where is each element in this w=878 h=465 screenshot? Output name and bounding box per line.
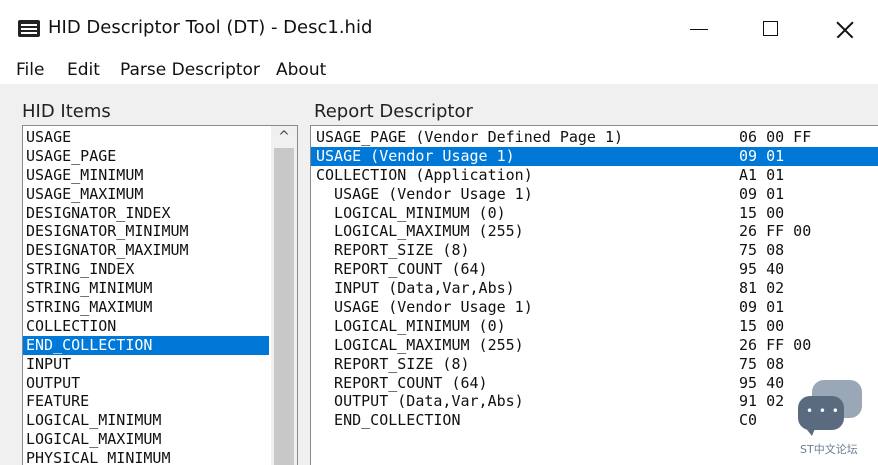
report-item-text: USAGE_PAGE (Vendor Defined Page 1) [316, 128, 624, 146]
report-row[interactable]: USAGE (Vendor Usage 1) 09 01 [311, 298, 878, 317]
report-item-text: LOGICAL_MINIMUM (0) [316, 203, 506, 222]
report-item-text: LOGICAL_MAXIMUM (255) [316, 222, 524, 241]
report-item-hex: 09 01 [739, 146, 785, 165]
report-item-text: LOGICAL_MAXIMUM (255) [316, 335, 524, 354]
report-item-text: REPORT_COUNT (64) [316, 373, 488, 392]
chat-bubble-tail [804, 426, 816, 436]
hid-items-list-content: USAGE USAGE_PAGE USAGE_MINIMUM USAGE_MAXIMU… [23, 128, 269, 465]
report-item-text: INPUT (Data,Var,Abs) [316, 279, 515, 298]
maximize-button[interactable] [746, 13, 794, 45]
report-row[interactable]: LOGICAL_MAXIMUM (255) 26 FF 00 [311, 336, 878, 355]
report-row[interactable]: INPUT (Data,Var,Abs) 81 02 [311, 279, 878, 298]
report-item-hex: 95 40 [739, 260, 785, 279]
scroll-up-arrow-icon[interactable]: ^ [271, 126, 297, 148]
hid-item-row[interactable]: STRING_MAXIMUM [23, 298, 269, 317]
report-item-hex: 06 00 FF [739, 128, 812, 146]
report-row[interactable]: USAGE (Vendor Usage 1) 09 01 [311, 185, 878, 204]
hid-item-row[interactable]: COLLECTION [23, 317, 269, 336]
hid-item-row[interactable]: DESIGNATOR_INDEX [23, 204, 269, 223]
report-item-hex: 75 08 [739, 241, 785, 260]
hid-item-row[interactable]: USAGE_MINIMUM [23, 166, 269, 185]
report-item-hex: C0 [739, 411, 758, 430]
hid-item-row[interactable]: STRING_MINIMUM [23, 279, 269, 298]
report-item-text: REPORT_COUNT (64) [316, 260, 488, 279]
report-item-text: LOGICAL_MINIMUM (0) [316, 316, 506, 335]
report-item-hex: A1 01 [739, 165, 785, 184]
menu-edit[interactable]: Edit [67, 60, 100, 80]
report-item-text: END_COLLECTION [316, 411, 461, 430]
report-row[interactable]: REPORT_COUNT (64) 95 40 [311, 260, 878, 279]
title-bar: HID Descriptor Tool (DT) - Desc1.hid [0, 0, 878, 56]
report-item-text: REPORT_SIZE (8) [316, 354, 470, 373]
menu-file[interactable]: File [16, 60, 44, 80]
report-item-text: USAGE (Vendor Usage 1) [316, 184, 533, 203]
menu-about[interactable]: About [276, 60, 326, 80]
report-item-hex: 15 00 [739, 203, 785, 222]
report-item-text: USAGE (Vendor Usage 1) [316, 146, 515, 165]
watermark-text: ST中文论坛 [800, 443, 858, 456]
report-row[interactable]: LOGICAL_MAXIMUM (255) 26 FF 00 [311, 222, 878, 241]
report-item-hex: 95 40 [739, 373, 785, 392]
hid-items-scrollbar[interactable]: ^ [271, 126, 297, 465]
report-row[interactable]: USAGE (Vendor Usage 1) 09 01 [311, 146, 878, 166]
hid-item-row[interactable]: USAGE_PAGE [23, 147, 269, 166]
report-item-hex: 26 FF 00 [739, 335, 812, 354]
hid-item-row[interactable]: LOGICAL_MINIMUM [23, 411, 269, 430]
hid-item-row[interactable]: PHYSICAL_MINIMUM [23, 449, 269, 465]
hid-item-row[interactable]: END_COLLECTION [23, 335, 269, 355]
minimize-button[interactable] [676, 13, 724, 45]
hid-items-list[interactable]: USAGE USAGE_PAGE USAGE_MINIMUM USAGE_MAXIMU… [22, 125, 298, 465]
report-item-text: REPORT_SIZE (8) [316, 241, 470, 260]
dt-app-icon[interactable] [18, 20, 40, 37]
report-row[interactable]: LOGICAL_MINIMUM (0) 15 00 [311, 317, 878, 336]
report-item-text: OUTPUT (Data,Var,Abs) [316, 392, 524, 411]
close-button[interactable] [822, 13, 870, 45]
hid-item-row[interactable]: USAGE_MAXIMUM [23, 185, 269, 204]
report-item-hex: 81 02 [739, 279, 785, 298]
report-row[interactable]: USAGE_PAGE (Vendor Defined Page 1) 06 00 … [311, 128, 878, 147]
report-row[interactable]: COLLECTION (Application) A1 01 [311, 166, 878, 185]
report-item-text: USAGE (Vendor Usage 1) [316, 298, 533, 317]
report-row[interactable]: LOGICAL_MINIMUM (0) 15 00 [311, 204, 878, 223]
report-descriptor-label: Report Descriptor [314, 101, 473, 122]
report-item-hex: 09 01 [739, 184, 785, 203]
hid-item-row[interactable]: USAGE [23, 128, 269, 147]
report-item-hex: 26 FF 00 [739, 222, 812, 241]
menu-parse-descriptor[interactable]: Parse Descriptor [120, 60, 260, 80]
hid-item-row[interactable]: LOGICAL_MAXIMUM [23, 430, 269, 449]
report-item-text: COLLECTION (Application) [316, 165, 533, 184]
hid-item-row[interactable]: OUTPUT [23, 374, 269, 393]
window-title: HID Descriptor Tool (DT) - Desc1.hid [48, 17, 373, 38]
report-item-hex: 75 08 [739, 354, 785, 373]
hid-item-row[interactable]: FEATURE [23, 392, 269, 411]
report-row[interactable]: REPORT_SIZE (8) 75 08 [311, 241, 878, 260]
report-item-hex: 09 01 [739, 298, 785, 317]
menu-bar: File Edit Parse Descriptor About [0, 56, 878, 84]
hid-items-label: HID Items [22, 101, 111, 122]
hid-item-row[interactable]: DESIGNATOR_MAXIMUM [23, 241, 269, 260]
hid-item-row[interactable]: DESIGNATOR_MINIMUM [23, 222, 269, 241]
scroll-thumb[interactable] [274, 148, 294, 465]
report-row[interactable]: REPORT_SIZE (8) 75 08 [311, 355, 878, 374]
hid-item-row[interactable]: STRING_INDEX [23, 260, 269, 279]
report-item-hex: 15 00 [739, 316, 785, 335]
chat-bubble-front-icon [798, 396, 844, 430]
forum-watermark: ST中文论坛 [790, 378, 874, 464]
hid-item-row[interactable]: INPUT [23, 355, 269, 374]
report-item-hex: 91 02 [739, 392, 785, 411]
